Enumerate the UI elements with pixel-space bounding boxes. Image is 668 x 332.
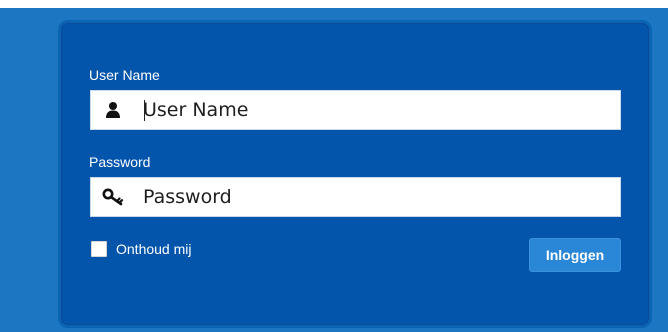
remember-me[interactable]: Onthoud mij	[91, 241, 191, 257]
username-label: User Name	[89, 67, 160, 83]
password-field-group	[90, 177, 621, 217]
password-input[interactable]	[129, 178, 620, 216]
username-input[interactable]	[129, 91, 620, 129]
remember-me-label: Onthoud mij	[116, 241, 192, 257]
username-field-group	[90, 90, 621, 130]
text-cursor	[144, 100, 145, 121]
password-label: Password	[89, 154, 151, 170]
remember-me-checkbox[interactable]	[91, 241, 107, 257]
login-panel: User Name Password Onthoud mij Inloggen	[58, 20, 652, 328]
login-button[interactable]: Inloggen	[529, 238, 621, 272]
user-icon	[97, 91, 129, 129]
key-icon	[97, 178, 129, 216]
